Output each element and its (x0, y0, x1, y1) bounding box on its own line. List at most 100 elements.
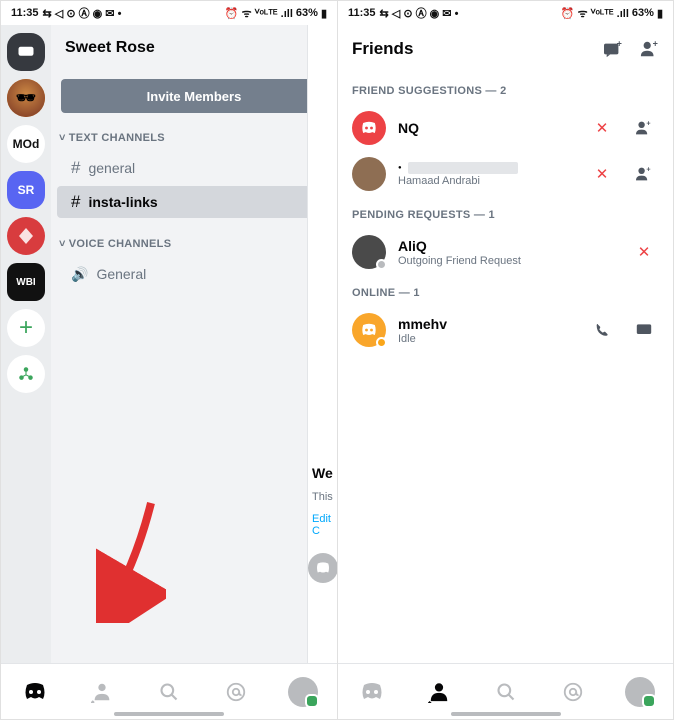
battery-icon: ▮ (321, 7, 327, 20)
server-wbi[interactable]: WBI (7, 263, 45, 301)
voice-channels-label: VOICE CHANNELS (69, 238, 172, 250)
new-message-button[interactable]: + (603, 40, 623, 58)
peek-discord-logo (308, 553, 337, 583)
friends-icon (428, 681, 450, 703)
nav-friends[interactable] (419, 672, 459, 712)
dismiss-button[interactable]: ✕ (587, 159, 617, 189)
server-sr-selected[interactable]: SR (7, 171, 45, 209)
friend-name: AliQ (398, 238, 617, 254)
server-column: 🕶 MOd SR WBI + (1, 25, 51, 663)
speaker-icon: 🔊 (71, 266, 88, 283)
text-channels-section[interactable]: ˅TEXT CHANNELS + (51, 125, 337, 151)
discord-icon (314, 561, 332, 575)
svg-text:+: + (646, 166, 650, 174)
server-mod[interactable]: MOd (7, 125, 45, 163)
voice-channel-general[interactable]: 🔊 General (57, 258, 331, 290)
status-bar: 11:35 ⇆ ◁ ⊙ Ⓐ ◉ ✉ • ⏰ ᯤ ⱽᵒᴸᵀᴱ .ıll 63% ▮ (1, 1, 337, 25)
channel-name: general (88, 160, 135, 176)
server-title: Sweet Rose (65, 39, 155, 57)
online-header: ONLINE — 1 (338, 275, 673, 307)
nav-profile[interactable] (283, 672, 323, 712)
status-icons-right: ⏰ ᯤ ⱽᵒᴸᵀᴱ .ıll (225, 6, 293, 21)
message-button[interactable] (629, 315, 659, 345)
diamond-icon (16, 226, 36, 246)
nav-home[interactable] (352, 672, 392, 712)
phone-icon (594, 322, 610, 338)
server-red[interactable] (7, 217, 45, 255)
dismiss-button[interactable]: ✕ (587, 113, 617, 143)
at-icon (225, 681, 247, 703)
server-add-button[interactable]: + (7, 309, 45, 347)
phone-left: 11:35 ⇆ ◁ ⊙ Ⓐ ◉ ✉ • ⏰ ᯤ ⱽᵒᴸᵀᴱ .ıll 63% ▮… (0, 0, 337, 720)
peek-panel: We This Edit C (307, 25, 337, 663)
gesture-bar (451, 712, 561, 716)
friend-name-redacted (408, 162, 518, 174)
voice-channels-section[interactable]: ˅VOICE CHANNELS + (51, 231, 337, 257)
peek-sub: This (308, 489, 337, 505)
channel-insta-links[interactable]: # insta-links (57, 186, 331, 218)
friend-name: mmehv (398, 316, 575, 332)
call-button[interactable] (587, 315, 617, 345)
server-dm[interactable] (7, 33, 45, 71)
friend-avatar (352, 313, 386, 347)
person-plus-icon: + (635, 120, 653, 136)
peek-title: We (308, 463, 337, 483)
nav-home[interactable] (15, 672, 55, 712)
add-suggestion-button[interactable]: + (629, 159, 659, 189)
suggestion-row[interactable]: NQ ✕ + (338, 105, 673, 151)
channel-name: General (96, 266, 146, 282)
explore-icon (17, 365, 35, 383)
suggestion-row[interactable]: ● Hamaad Andrabi ✕ + (338, 151, 673, 197)
status-icons-left: ⇆ ◁ ⊙ Ⓐ ◉ ✉ • (43, 5, 122, 21)
friend-sub: Hamaad Andrabi (398, 175, 575, 187)
friend-avatar (352, 111, 386, 145)
status-idle-icon (376, 337, 387, 348)
online-row[interactable]: mmehv Idle (338, 307, 673, 353)
friend-sub: Idle (398, 333, 575, 345)
friends-title: Friends (352, 39, 413, 59)
gesture-bar (114, 712, 224, 716)
friends-header: Friends + + (338, 25, 673, 73)
status-bar: 11:35 ⇆ ◁ ⊙ Ⓐ ◉ ✉ • ⏰ ᯤ ⱽᵒᴸᵀᴱ .ıll 63% ▮ (338, 1, 673, 25)
nav-profile[interactable] (620, 672, 660, 712)
person-plus-icon: + (639, 40, 659, 58)
dot-icon: ● (398, 165, 402, 171)
nav-mentions[interactable] (553, 672, 593, 712)
peek-edit-link[interactable]: Edit C (308, 511, 337, 539)
cancel-request-button[interactable]: ✕ (629, 237, 659, 267)
at-icon (562, 681, 584, 703)
friend-sub: Outgoing Friend Request (398, 255, 617, 267)
nav-mentions[interactable] (216, 672, 256, 712)
search-icon (496, 682, 516, 702)
channel-general[interactable]: # general (57, 152, 331, 184)
avatar-icon (625, 677, 655, 707)
chevron-down-icon: ˅ (59, 132, 66, 144)
add-suggestion-button[interactable]: + (629, 113, 659, 143)
invite-members-button[interactable]: Invite Members (61, 79, 327, 113)
discord-logo-icon (22, 682, 48, 702)
status-icons-left: ⇆ ◁ ⊙ Ⓐ ◉ ✉ • (380, 5, 459, 21)
hash-icon: # (71, 158, 80, 178)
search-icon (159, 682, 179, 702)
server-explore-button[interactable] (7, 355, 45, 393)
pending-header: PENDING REQUESTS — 1 (338, 197, 673, 229)
bottom-nav (338, 663, 673, 719)
discord-icon (359, 322, 379, 338)
svg-text:+: + (617, 40, 622, 48)
pending-row[interactable]: AliQ Outgoing Friend Request ✕ (338, 229, 673, 275)
svg-text:+: + (653, 40, 658, 48)
text-channels-label: TEXT CHANNELS (69, 132, 165, 144)
nav-friends[interactable] (82, 672, 122, 712)
nav-search[interactable] (149, 672, 189, 712)
status-time: 11:35 (348, 7, 376, 19)
bottom-nav (1, 663, 337, 719)
status-offline-icon (376, 259, 387, 270)
chat-plus-icon: + (603, 40, 623, 58)
server-avatar-1[interactable]: 🕶 (7, 79, 45, 117)
discord-logo-icon (359, 682, 385, 702)
message-icon (636, 323, 652, 337)
nav-search[interactable] (486, 672, 526, 712)
person-plus-icon: + (635, 166, 653, 182)
hash-icon: # (71, 192, 80, 212)
add-friend-button[interactable]: + (639, 40, 659, 58)
